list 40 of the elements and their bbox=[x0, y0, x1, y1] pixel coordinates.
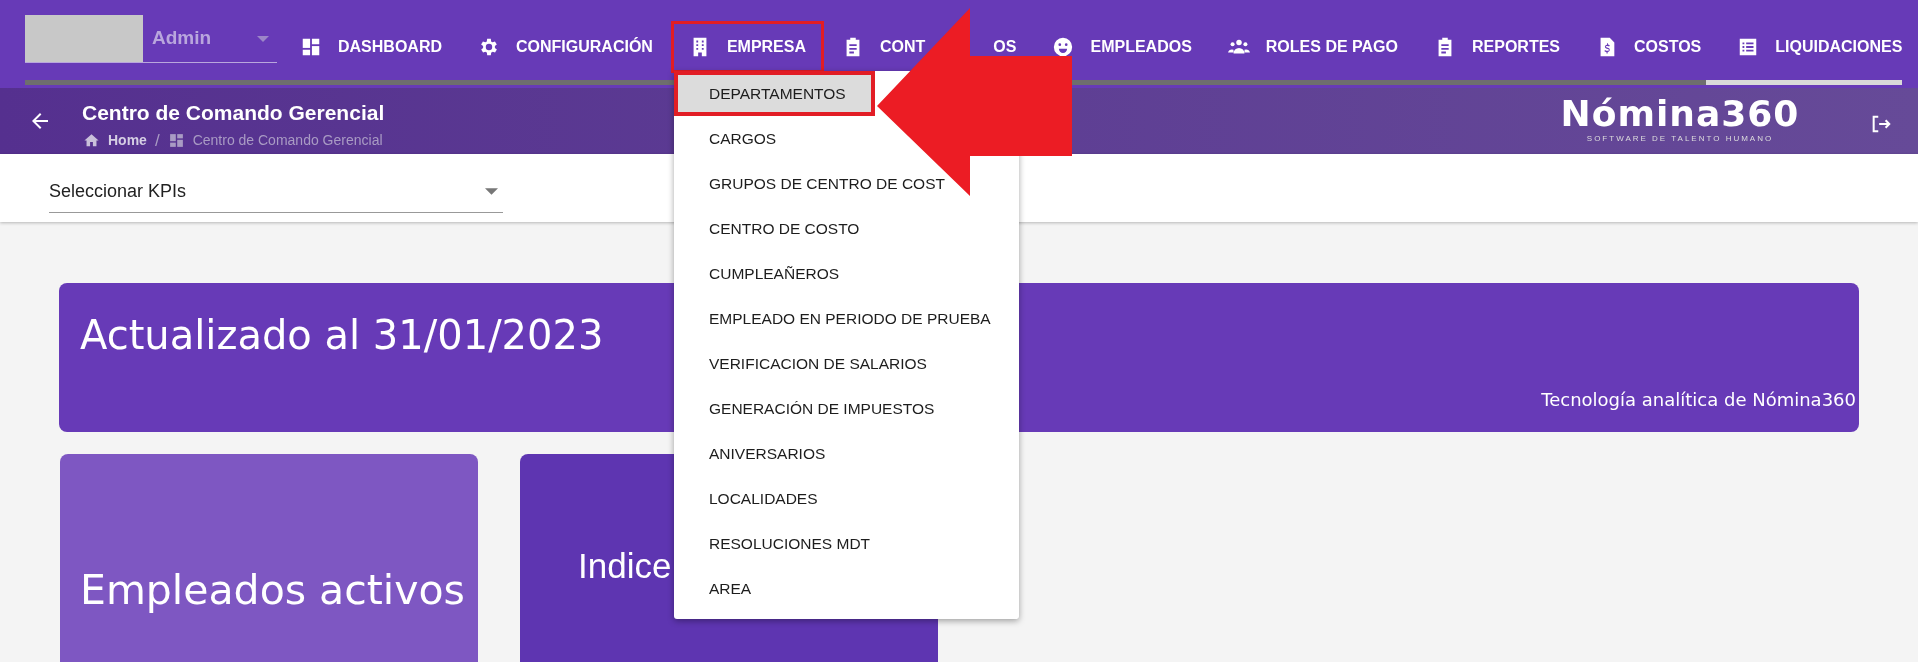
page-title: Centro de Comando Gerencial bbox=[82, 100, 385, 126]
menu-item[interactable]: GENERACIÓN DE IMPUESTOS bbox=[674, 386, 943, 431]
banner-subtitle: Tecnología analítica de Nómina360 bbox=[1541, 388, 1856, 412]
nav-item[interactable]: REPORTES bbox=[1416, 21, 1578, 73]
menu-item[interactable]: VERIFICACION DE SALARIOS bbox=[674, 341, 935, 386]
menu-item[interactable]: CUMPLEAÑEROS bbox=[674, 251, 848, 296]
nav-item[interactable]: EMPLEADOS bbox=[1034, 21, 1210, 73]
settings-icon bbox=[478, 36, 500, 58]
menu-item[interactable]: AREA bbox=[674, 566, 760, 611]
breadcrumb-link[interactable]: Home bbox=[108, 130, 147, 152]
banner-title: Actualizado al 31/01/2023 bbox=[80, 311, 604, 360]
kpi-select[interactable]: Seleccionar KPIs bbox=[49, 171, 503, 213]
nav-item[interactable]: DASHBOARD bbox=[282, 21, 460, 73]
caret-icon bbox=[257, 35, 269, 42]
menu-item[interactable]: DEPARTAMENTOS bbox=[674, 71, 875, 116]
nav-item[interactable]: ROLES DE PAGO bbox=[1209, 21, 1416, 73]
menu-item[interactable]: GRUPOS DE CENTRO DE COST bbox=[674, 161, 953, 206]
card-title: Empleados activos bbox=[80, 565, 465, 616]
menu-item[interactable]: LOCALIDADES bbox=[674, 476, 826, 521]
grid-icon bbox=[167, 132, 185, 150]
menu-item[interactable]: CARGOS bbox=[674, 116, 785, 161]
nav-item[interactable]: COSTOS bbox=[1578, 21, 1720, 73]
menu-item[interactable]: RESOLUCIONES MDT bbox=[674, 521, 879, 566]
menu-item[interactable]: EMPLEADO EN PERIODO DE PRUEBA bbox=[674, 296, 999, 341]
breadcrumb-separator: / bbox=[154, 130, 160, 152]
menu-item[interactable]: ANIVERSARIOS bbox=[674, 431, 834, 476]
logo-text: Nómina360 bbox=[1560, 94, 1800, 134]
nav-item[interactable]: LIQUIDACIONES bbox=[1719, 21, 1918, 73]
logo-tagline: SOFTWARE DE TALENTO HUMANO bbox=[1586, 134, 1774, 144]
nav-item[interactable]: CONFIGURACIÓN bbox=[460, 21, 671, 73]
grid-icon bbox=[300, 36, 322, 58]
menu-item[interactable]: CENTRO DE COSTO bbox=[674, 206, 868, 251]
breadcrumb-current: Centro de Comando Gerencial bbox=[192, 131, 383, 151]
face-icon bbox=[1052, 36, 1075, 58]
back-arrow-icon[interactable] bbox=[32, 113, 48, 129]
card-title: Indice bbox=[578, 545, 672, 587]
logout-icon[interactable] bbox=[1870, 113, 1892, 135]
caret-icon bbox=[485, 188, 498, 195]
nav-item[interactable]: EMPRESA bbox=[670, 21, 824, 73]
nav-label-fragment[interactable]: OS bbox=[993, 35, 1017, 59]
